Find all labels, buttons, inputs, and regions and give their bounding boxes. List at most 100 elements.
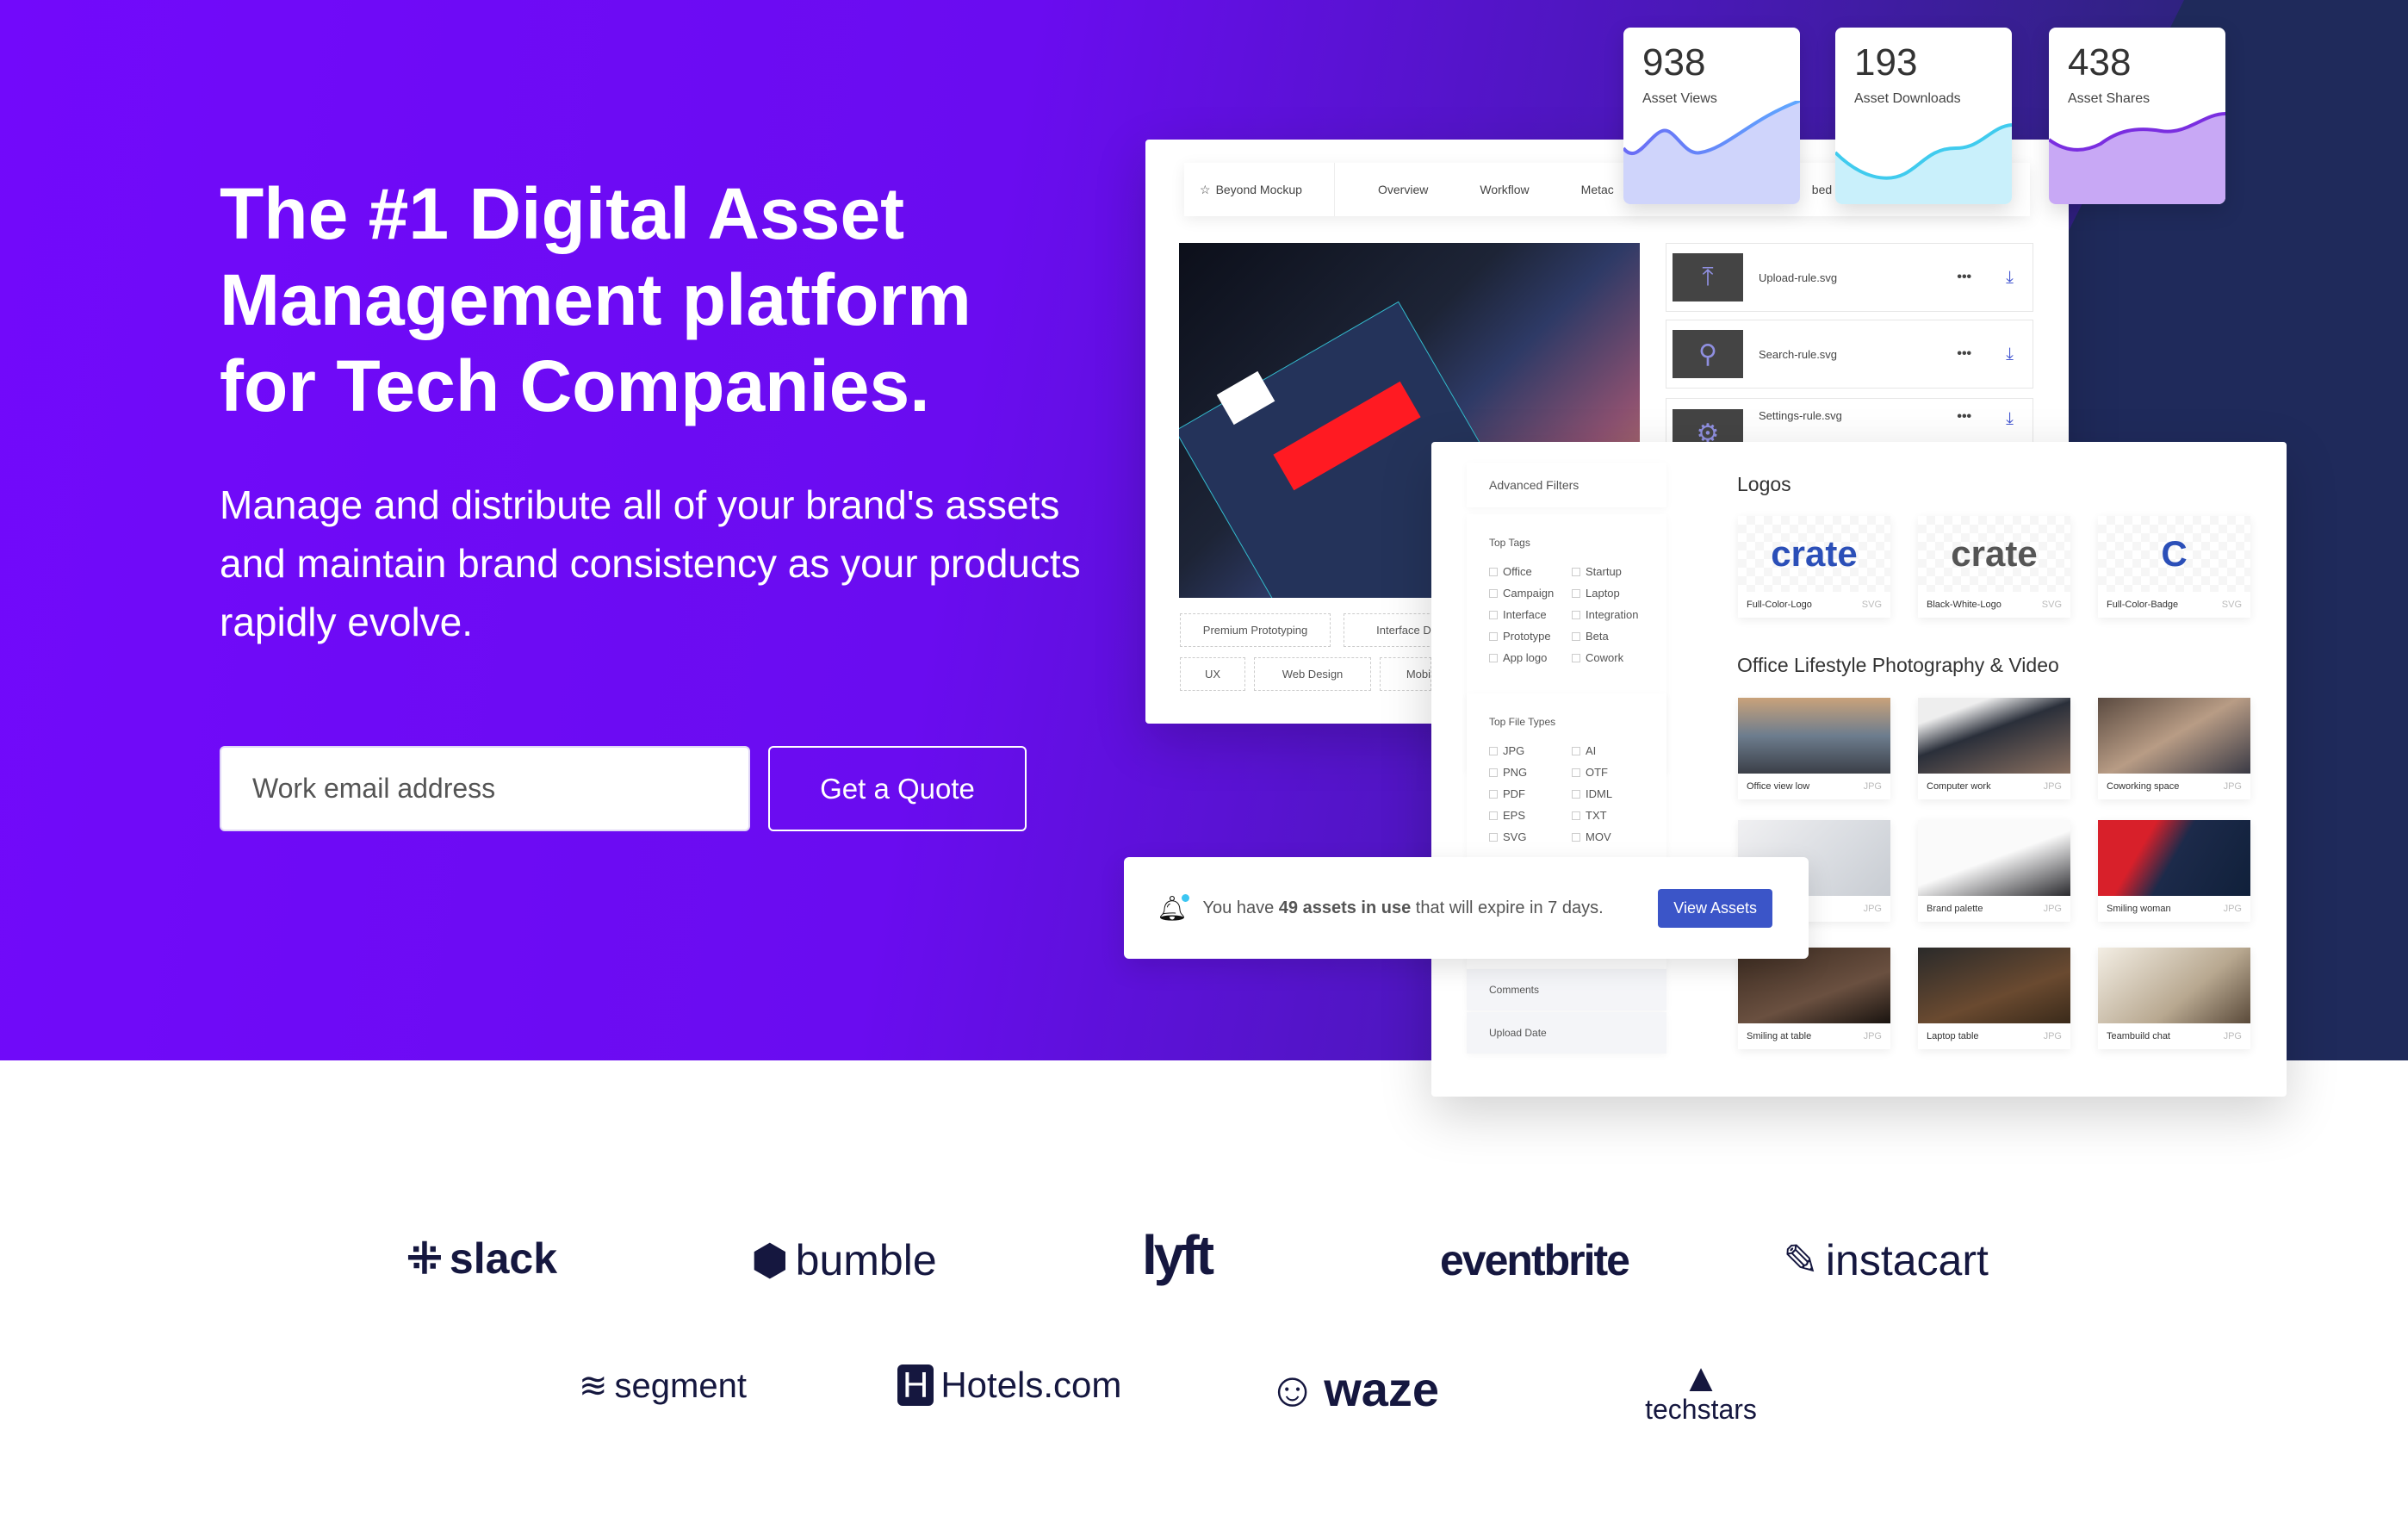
headline-emphasis: Tech Companies. xyxy=(336,345,930,426)
filter-checkbox[interactable]: PNG xyxy=(1489,762,1572,783)
get-quote-button[interactable]: Get a Quote xyxy=(768,746,1027,831)
checkbox-label: IDML xyxy=(1586,787,1613,800)
checkbox-label: JPG xyxy=(1503,744,1525,757)
filter-checkbox[interactable]: Office xyxy=(1489,561,1572,582)
photo-asset-card[interactable]: Coworking space JPG xyxy=(2098,698,2250,799)
checkbox-icon xyxy=(1489,567,1498,576)
photo-asset-card[interactable]: Computer work JPG xyxy=(1918,698,2070,799)
advanced-filters-header: Advanced Filters xyxy=(1467,463,1666,507)
logo-thumbnail: crate xyxy=(1918,516,2070,592)
asset-name: Black-White-Logo xyxy=(1927,600,2001,610)
filter-checkbox[interactable]: PDF xyxy=(1489,783,1572,805)
brand-text: segment xyxy=(614,1366,747,1405)
logo-asset-card[interactable]: crate Full-Color-Logo SVG xyxy=(1738,516,1890,618)
filter-checkbox[interactable]: JPG xyxy=(1489,740,1572,762)
view-assets-button[interactable]: View Assets xyxy=(1658,888,1772,928)
asset-type: JPG xyxy=(2223,1031,2242,1041)
filter-checkbox[interactable]: Cowork xyxy=(1572,647,1654,668)
checkbox-icon xyxy=(1489,653,1498,662)
expiry-notification: 🔔︎ You have 49 assets in use that will e… xyxy=(1124,857,1809,959)
file-name: Upload-rule.svg xyxy=(1759,270,1838,284)
filter-checkbox[interactable]: Interface xyxy=(1489,604,1572,625)
asset-name: Coworking space xyxy=(2107,781,2180,792)
filter-checkbox[interactable]: Integration xyxy=(1572,604,1654,625)
checkbox-icon xyxy=(1572,746,1580,755)
filter-checkbox[interactable]: TXT xyxy=(1572,805,1654,826)
download-icon[interactable]: ⤓ xyxy=(2006,268,2014,288)
headline-line: for xyxy=(220,345,337,426)
checkbox-icon xyxy=(1489,610,1498,619)
file-row[interactable]: ⤒ Upload-rule.svg ••• ⤓ xyxy=(1666,243,2033,312)
more-icon[interactable]: ••• xyxy=(1957,346,1971,362)
logos-heading: Logos xyxy=(1737,473,1791,495)
photo-asset-card[interactable]: Teambuild chat JPG xyxy=(2098,948,2250,1049)
filter-checkbox[interactable]: Campaign xyxy=(1489,582,1572,604)
logo-asset-card[interactable]: C Full-Color-Badge SVG xyxy=(2098,516,2250,618)
checkbox-icon xyxy=(1572,588,1580,598)
tag[interactable]: Web Design xyxy=(1254,657,1371,691)
filter-checkbox[interactable]: SVG xyxy=(1489,826,1572,848)
brand-text: Hotels.com xyxy=(940,1364,1122,1405)
file-row[interactable]: ⚲ Search-rule.svg ••• ⤓ xyxy=(1666,320,2033,389)
filter-checkbox[interactable]: EPS xyxy=(1489,805,1572,826)
segment-icon: ≋ xyxy=(579,1367,608,1405)
stat-value: 193 xyxy=(1854,41,1918,84)
checkbox-icon xyxy=(1489,811,1498,820)
logo-mark: crate xyxy=(1771,533,1858,574)
sparkline xyxy=(1835,123,2012,204)
filter-checkbox[interactable]: OTF xyxy=(1572,762,1654,783)
checkbox-icon xyxy=(1489,768,1498,777)
asset-type: SVG xyxy=(2041,600,2062,610)
checkbox-label: MOV xyxy=(1586,830,1611,843)
filter-checkbox[interactable]: MOV xyxy=(1572,826,1654,848)
photo-asset-card[interactable]: Laptop table JPG xyxy=(1918,948,2070,1049)
stat-card-shares: 438 Asset Shares xyxy=(2049,28,2225,204)
filter-checkbox[interactable]: Prototype xyxy=(1489,625,1572,647)
logo-eventbrite: eventbrite xyxy=(1440,1236,1630,1284)
tab-workflow[interactable]: Workflow xyxy=(1454,183,1555,196)
section-label: Top File Types xyxy=(1489,716,1556,728)
filter-upload-date[interactable]: Upload Date xyxy=(1467,1012,1666,1054)
filter-checkbox[interactable]: Laptop xyxy=(1572,582,1654,604)
tag[interactable]: Mobi xyxy=(1380,657,1431,691)
filter-checkbox[interactable]: App logo xyxy=(1489,647,1572,668)
asset-name: Brand palette xyxy=(1927,904,1983,914)
download-icon[interactable]: ⤓ xyxy=(2006,345,2014,364)
logo-bumble: ⬢ bumble xyxy=(751,1235,937,1285)
logo-slack: ⁜ slack xyxy=(407,1234,557,1284)
file-row[interactable]: ⚙ Settings-rule.svg ••• ⤓ xyxy=(1666,398,2033,443)
tab-label: Beyond Mockup xyxy=(1215,183,1302,196)
more-icon[interactable]: ••• xyxy=(1957,409,1971,425)
download-icon[interactable]: ⤓ xyxy=(2006,409,2014,429)
gear-icon: ⚙ xyxy=(1673,409,1743,442)
tab-beyond-mockup[interactable]: ☆ Beyond Mockup xyxy=(1184,163,1335,216)
checkbox-label: Laptop xyxy=(1586,587,1620,600)
checkbox-icon xyxy=(1489,631,1498,641)
email-input[interactable]: Work email address xyxy=(220,746,750,831)
filter-checkbox[interactable]: IDML xyxy=(1572,783,1654,805)
filter-checkbox[interactable]: AI xyxy=(1572,740,1654,762)
brand-text: instacart xyxy=(1825,1236,1989,1284)
filter-comments[interactable]: Comments xyxy=(1467,969,1666,1010)
logo-asset-card[interactable]: crate Black-White-Logo SVG xyxy=(1918,516,2070,618)
logo-hotels: H Hotels.com xyxy=(897,1364,1121,1406)
checkbox-icon xyxy=(1489,588,1498,598)
photo-asset-card[interactable]: Smiling at table JPG xyxy=(1738,948,1890,1049)
photo-asset-card[interactable]: Brand palette JPG xyxy=(1918,820,2070,922)
more-icon[interactable]: ••• xyxy=(1957,270,1971,285)
checkbox-icon xyxy=(1572,768,1580,777)
tab-overview[interactable]: Overview xyxy=(1335,183,1454,196)
headline: The #1 Digital Asset Management platform… xyxy=(220,171,1167,429)
tag[interactable]: UX xyxy=(1180,657,1245,691)
techstars-icon: ▲ xyxy=(1681,1355,1721,1400)
checkbox-label: Integration xyxy=(1586,608,1639,621)
filter-checkbox[interactable]: Beta xyxy=(1572,625,1654,647)
photo-asset-card[interactable]: Smiling woman JPG xyxy=(2098,820,2250,922)
logo-lyft: lyft xyxy=(1142,1224,1214,1286)
photo-thumbnail xyxy=(1918,820,2070,896)
filter-checkbox[interactable]: Startup xyxy=(1572,561,1654,582)
tag[interactable]: Premium Prototyping xyxy=(1180,613,1331,647)
tag[interactable]: Interface De xyxy=(1344,613,1438,647)
checkbox-label: PNG xyxy=(1503,766,1528,779)
photo-asset-card[interactable]: Office view low JPG xyxy=(1738,698,1890,799)
